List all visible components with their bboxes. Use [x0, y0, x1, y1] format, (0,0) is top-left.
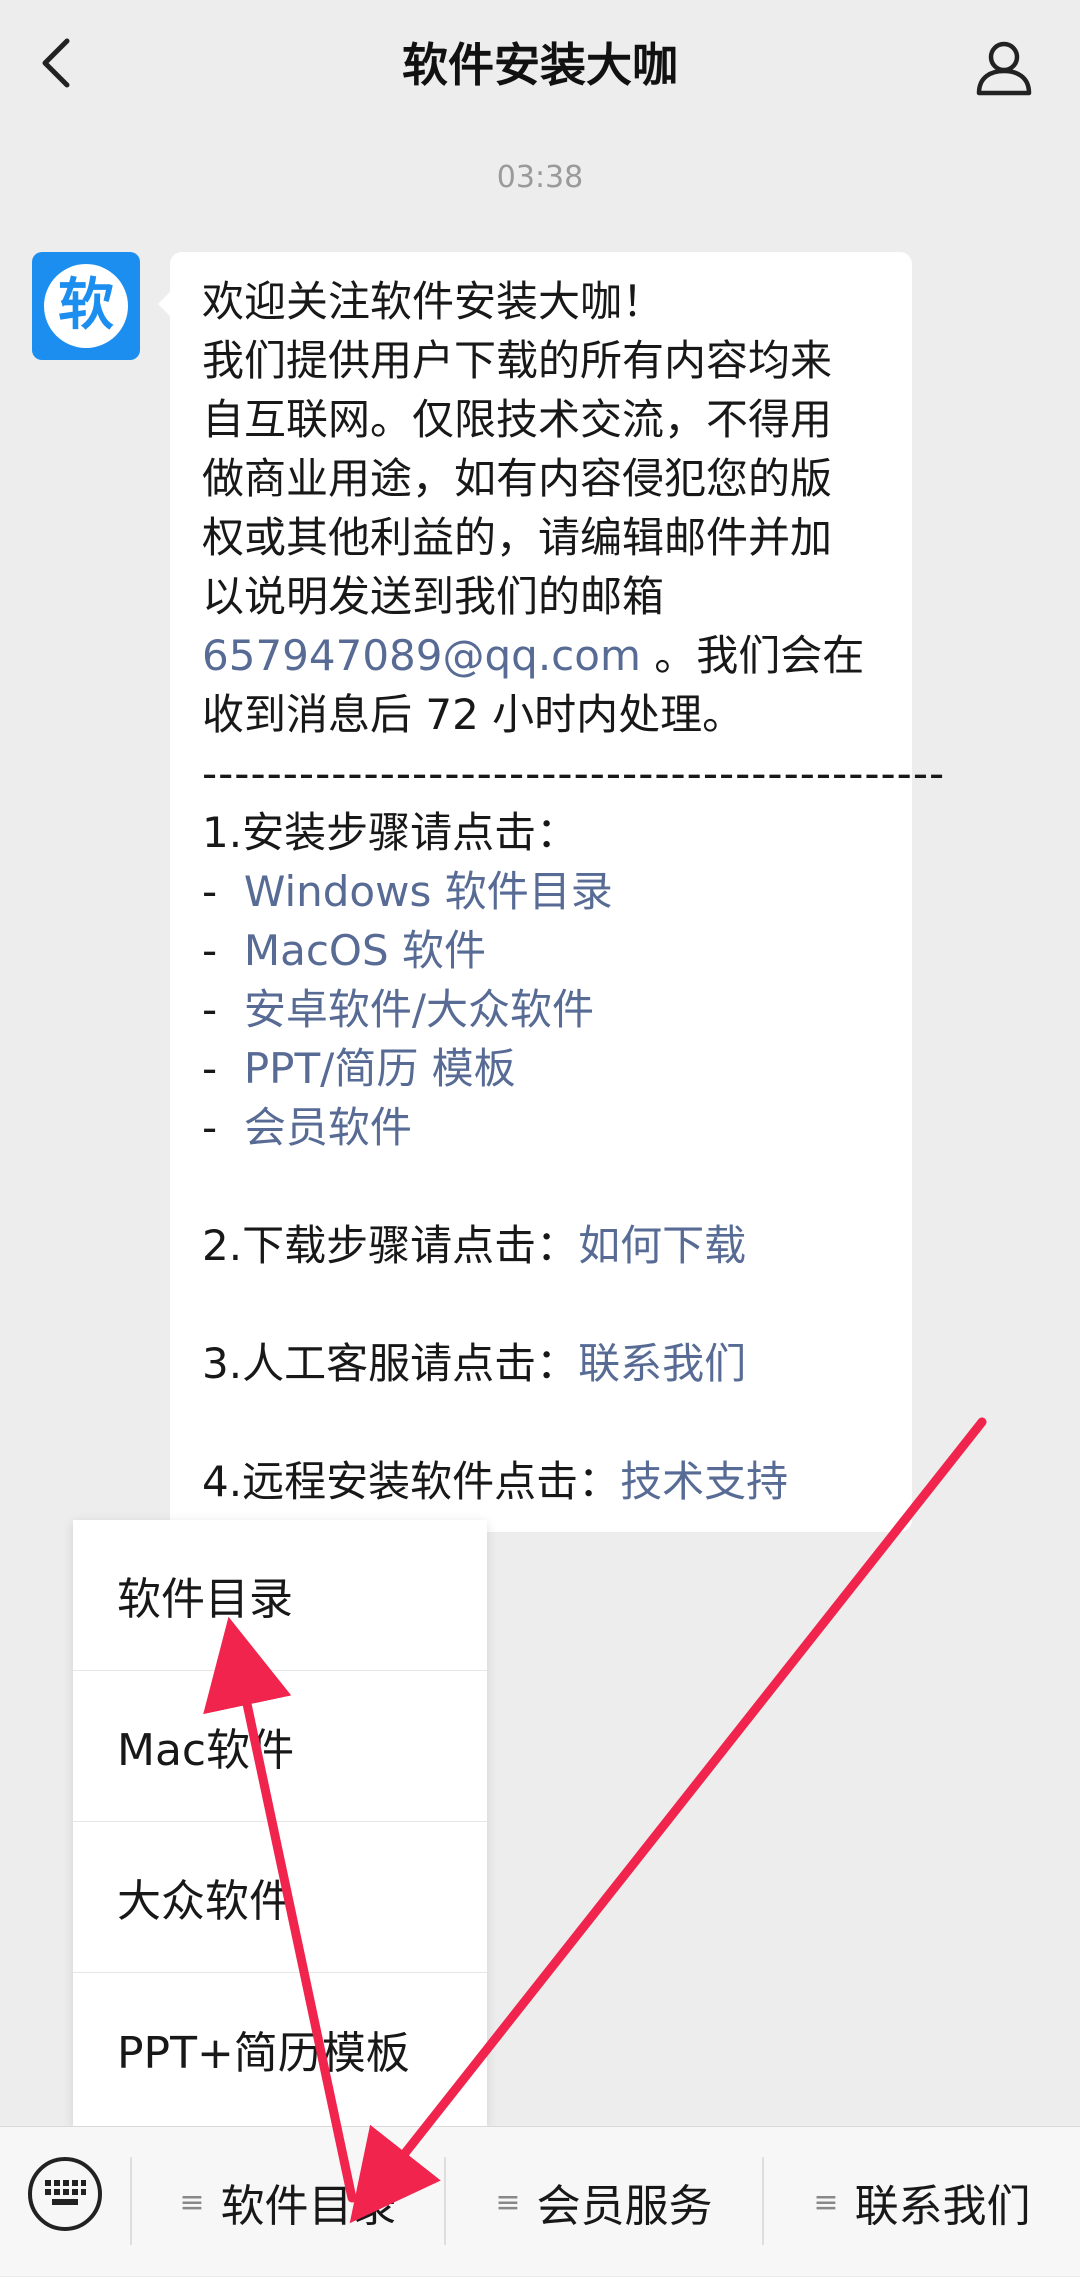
profile-button[interactable] [964, 28, 1044, 108]
section-3-label: 3.人工客服请点击： [202, 1339, 579, 1388]
section-1-label: 1.安装步骤请点击： [202, 808, 579, 857]
link-tech-support[interactable]: 技术支持 [620, 1457, 788, 1506]
message-line: 做商业用途，如有内容侵犯您的版 [202, 454, 833, 503]
dash-bullet: - [202, 867, 218, 916]
list-item: - 安卓软件/大众软件 [202, 980, 892, 1039]
submenu-item-mac-software[interactable]: Mac软件 [73, 1671, 487, 1822]
link-ppt-resume-templates[interactable]: PPT/简历 模板 [244, 1044, 516, 1093]
message-text-fragment: 。我们会在 [640, 631, 865, 680]
dash-bullet: - [202, 1103, 218, 1152]
menu-button-software-catalog[interactable]: ≡ 软件目录 [132, 2127, 444, 2277]
email-link[interactable]: 657947089@qq.com [202, 631, 641, 680]
section-3: 3.人工客服请点击：联系我们 [202, 1334, 892, 1393]
separator-line: ----------------------------------------… [202, 749, 946, 798]
keyboard-toggle-button[interactable] [28, 2157, 102, 2231]
dash-bullet: - [202, 1044, 218, 1093]
message-line: 欢迎关注软件安装大咖！ [202, 277, 665, 326]
list-item: - 会员软件 [202, 1098, 892, 1157]
submenu-popup: 软件目录 Mac软件 大众软件 PPT+简历模板 [73, 1520, 487, 2126]
avatar-text: 软 [58, 273, 114, 338]
section-2: 2.下载步骤请点击：如何下载 [202, 1216, 892, 1275]
menu-button-label: 软件目录 [220, 2181, 397, 2232]
message-line: 657947089@qq.com 。我们会在 [202, 626, 892, 685]
avatar-circle: 软 [44, 264, 128, 348]
message-line: 我们提供用户下载的所有内容均来 [202, 336, 833, 385]
page-title: 软件安装大咖 [402, 38, 678, 92]
message-line: 自互联网。仅限技术交流，不得用 [202, 395, 833, 444]
person-icon [976, 41, 1032, 96]
avatar[interactable]: 软 [32, 252, 140, 360]
message-line: 权或其他利益的，请编辑邮件并加 [202, 513, 833, 562]
list-item: - MacOS 软件 [202, 921, 892, 980]
menu-button-label: 会员服务 [536, 2181, 713, 2232]
bottom-menu-bar: ≡ 软件目录 ≡ 会员服务 ≡ 联系我们 [0, 2126, 1080, 2276]
message-timestamp: 03:38 [496, 160, 584, 195]
list-item: - PPT/简历 模板 [202, 1039, 892, 1098]
submenu-item-software-catalog[interactable]: 软件目录 [73, 1520, 487, 1671]
message-line: 以说明发送到我们的邮箱 [202, 572, 665, 621]
menu-lines-icon: ≡ [813, 2184, 839, 2220]
message-text: 欢迎关注软件安装大咖！ 我们提供用户下载的所有内容均来 自互联网。仅限技术交流，… [202, 272, 946, 1511]
menu-button-contact-us[interactable]: ≡ 联系我们 [764, 2127, 1080, 2277]
link-member-software[interactable]: 会员软件 [244, 1103, 412, 1152]
link-android-software[interactable]: 安卓软件/大众软件 [244, 985, 594, 1034]
keyboard-icon [45, 2180, 86, 2205]
menu-button-member-service[interactable]: ≡ 会员服务 [446, 2127, 762, 2277]
menu-lines-icon: ≡ [179, 2184, 205, 2220]
submenu-item-ppt-resume-templates[interactable]: PPT+简历模板 [73, 1973, 487, 2124]
menu-button-label: 联系我们 [854, 2181, 1031, 2232]
link-windows-software[interactable]: Windows 软件目录 [244, 867, 613, 916]
dash-bullet: - [202, 926, 218, 975]
section-4-label: 4.远程安装软件点击： [202, 1457, 621, 1506]
menu-lines-icon: ≡ [495, 2184, 521, 2220]
link-contact-us[interactable]: 联系我们 [578, 1339, 746, 1388]
message-line: 收到消息后 72 小时内处理。 [202, 690, 745, 739]
top-bar: 软件安装大咖 [0, 0, 1080, 130]
section-4: 4.远程安装软件点击：技术支持 [202, 1452, 892, 1511]
dash-bullet: - [202, 985, 218, 1034]
list-item: - Windows 软件目录 [202, 862, 892, 921]
submenu-item-popular-software[interactable]: 大众软件 [73, 1822, 487, 1973]
back-button[interactable] [22, 28, 92, 98]
section-2-label: 2.下载步骤请点击： [202, 1221, 579, 1270]
link-how-to-download[interactable]: 如何下载 [578, 1221, 746, 1270]
chevron-left-icon [42, 38, 70, 88]
link-macos-software[interactable]: MacOS 软件 [244, 926, 486, 975]
